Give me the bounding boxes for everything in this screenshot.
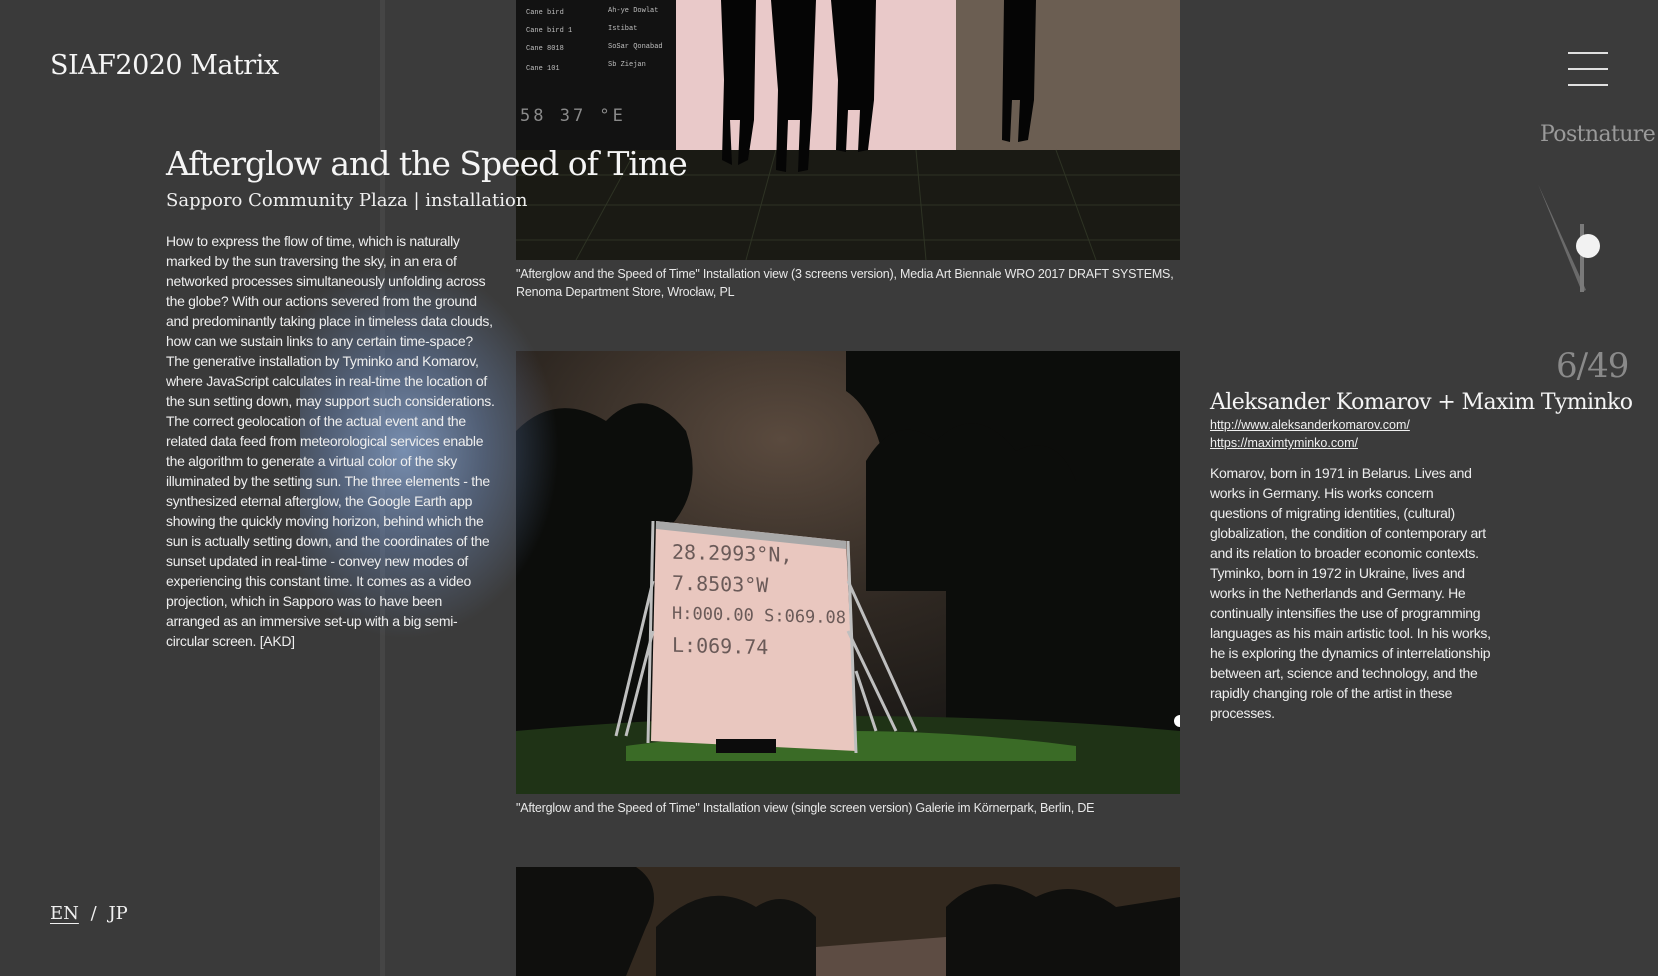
- photo-2-scene: [516, 351, 1180, 794]
- artist-name: Aleksander Komarov + Maxim Tyminko: [1210, 390, 1633, 415]
- svg-text:SoSar Qonabad: SoSar Qonabad: [608, 43, 663, 51]
- photo-2-screen-text: 28.2993°N, 7.8503°W H:000.00 S:069.08 L:…: [672, 537, 846, 666]
- navigation-dial-icon[interactable]: [1530, 180, 1600, 300]
- photo-3-scene: [516, 867, 1180, 976]
- language-switcher: EN / JP: [50, 903, 128, 924]
- hamburger-menu-icon[interactable]: [1568, 52, 1608, 88]
- lang-jp-link[interactable]: JP: [108, 903, 127, 924]
- site-logo[interactable]: SIAF2020 Matrix: [50, 50, 279, 81]
- photo-1-scene: Cane bird Cane bird 1 Cane 8018 Cane 101 Ah…: [516, 0, 1180, 260]
- svg-text:Sb Ziejan: Sb Ziejan: [608, 61, 646, 69]
- svg-text:Cane bird 1: Cane bird 1: [526, 27, 572, 35]
- photo-1-caption: "Afterglow and the Speed of Time" Instal…: [516, 267, 1174, 299]
- screen-line: 28.2993°N,: [672, 539, 793, 567]
- bio-tyminko: Tyminko, born in 1972 in Ukraine, lives …: [1210, 565, 1491, 721]
- work-title: Afterglow and the Speed of Time: [166, 144, 688, 183]
- svg-text:Cane 101: Cane 101: [526, 65, 560, 73]
- item-counter: 6/49: [1556, 346, 1629, 386]
- screen-line: L:069.74: [672, 632, 769, 660]
- screen-line: H:000.00 S:069.08: [672, 603, 846, 629]
- svg-text:Ah-ye Dowlat: Ah-ye Dowlat: [608, 7, 658, 15]
- lang-separator: /: [90, 903, 97, 924]
- svg-text:Cane bird: Cane bird: [526, 9, 564, 17]
- installation-photo-2: 28.2993°N, 7.8503°W H:000.00 S:069.08 L:…: [516, 351, 1180, 794]
- artist-link-komarov[interactable]: http://www.aleksanderkomarov.com/: [1210, 418, 1410, 432]
- work-subtitle: Sapporo Community Plaza | installation: [166, 190, 528, 211]
- installation-photo-1: Cane bird Cane bird 1 Cane 8018 Cane 101 Ah…: [516, 0, 1180, 260]
- section-label[interactable]: Postnature: [1540, 122, 1656, 147]
- photo-1-coordinates-text: 58 37 °E: [520, 106, 626, 126]
- installation-photo-3: [516, 867, 1180, 976]
- svg-text:Istibat: Istibat: [608, 25, 637, 33]
- screen-line: 7.8503°W: [672, 570, 769, 598]
- work-description: How to express the flow of time, which i…: [166, 233, 495, 649]
- bio-komarov: Komarov, born in 1971 in Belarus. Lives …: [1210, 465, 1486, 561]
- artist-link-tyminko[interactable]: https://maximtyminko.com/: [1210, 436, 1358, 450]
- artist-bio: Komarov, born in 1971 in Belarus. Lives …: [1210, 463, 1492, 723]
- lang-en-link[interactable]: EN: [50, 903, 79, 924]
- photo-2-caption: "Afterglow and the Speed of Time" Instal…: [516, 801, 1095, 815]
- svg-text:Cane 8018: Cane 8018: [526, 45, 564, 53]
